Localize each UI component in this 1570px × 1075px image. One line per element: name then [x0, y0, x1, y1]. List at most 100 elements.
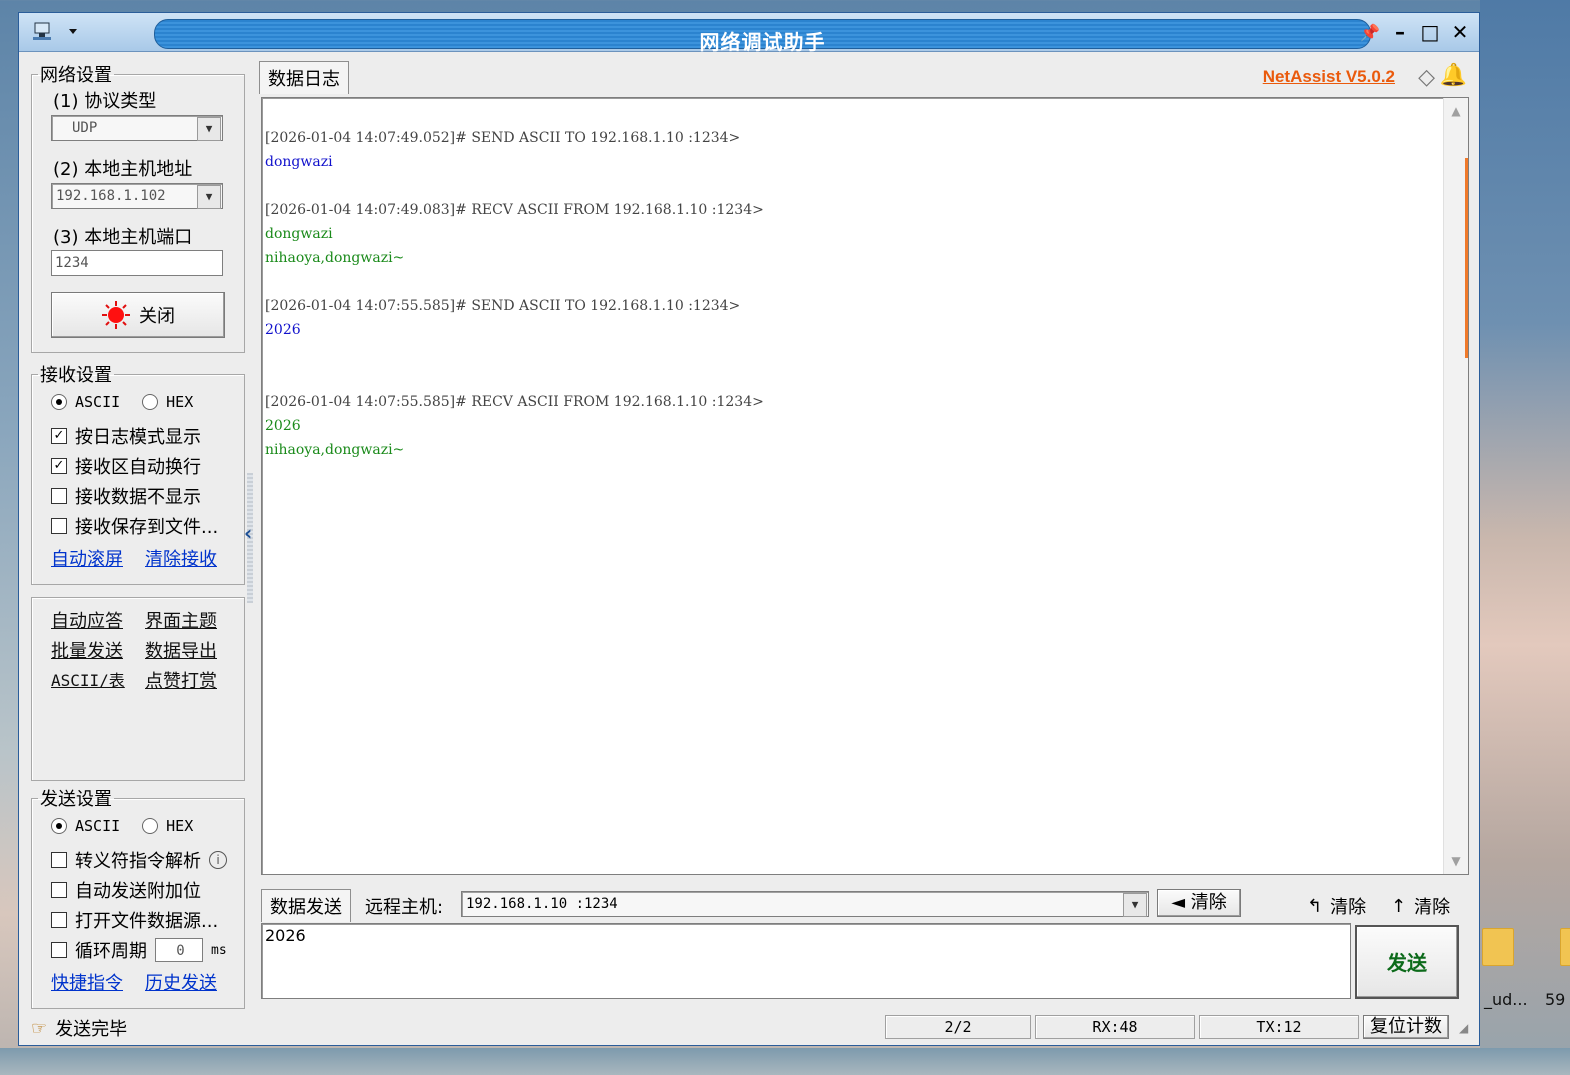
log-line: [2026-01-04 14:07:49.083]# RECV ASCII FR… [265, 202, 764, 218]
bell-icon[interactable]: 🔔 [1440, 63, 1467, 88]
recv-ascii-radio[interactable] [51, 394, 67, 410]
port-label: (3) 本地主机端口 [53, 227, 193, 248]
desktop-folder-icon[interactable] [1482, 928, 1514, 966]
send-hex-radio[interactable] [142, 818, 159, 834]
auto-reply-link[interactable]: 自动应答 [51, 607, 123, 633]
minimize-button[interactable]: – [1389, 20, 1411, 44]
send-toolbar: 数据发送 远程主机: 192.168.1.10 :1234 ▼ ◄ 清除 ↰ 清… [261, 887, 1469, 922]
tab-data-log[interactable]: 数据日志 [259, 61, 349, 94]
checkbox-unchecked[interactable] [51, 882, 67, 898]
send-hex-label: HEX [166, 817, 194, 835]
tab-data-send[interactable]: 数据发送 [261, 889, 351, 922]
collapse-arrow-icon[interactable]: ‹ [244, 521, 252, 545]
recv-option-row[interactable]: 接收保存到文件... [51, 513, 218, 539]
desktop-label-2: 59 [1545, 990, 1566, 1009]
checkbox-unchecked[interactable] [51, 852, 67, 868]
cycle-checkbox[interactable] [51, 942, 67, 958]
send-option-label: 打开文件数据源... [75, 911, 219, 932]
close-window-button[interactable]: ✕ [1449, 20, 1471, 44]
send-mode-row: ASCII HEX [51, 817, 193, 835]
cycle-input[interactable]: 0 [155, 938, 203, 962]
close-connection-button[interactable]: 关闭 [51, 292, 225, 338]
status-message: 发送完毕 [55, 1019, 128, 1040]
undo-arrow-icon: ↰ [1307, 895, 1323, 917]
host-select[interactable]: 192.168.1.102 ▼ [51, 183, 223, 209]
recv-option-row[interactable]: ✓ 按日志模式显示 [51, 423, 201, 449]
up-arrow-icon: ↑ [1391, 895, 1407, 917]
checkbox-unchecked[interactable] [51, 488, 67, 504]
theme-link[interactable]: 界面主题 [145, 607, 217, 633]
reset-count-button[interactable]: 复位计数 [1363, 1015, 1449, 1039]
hand-pointer-icon: ☞ [31, 1017, 48, 1039]
scroll-up-icon[interactable]: ▲ [1444, 104, 1468, 118]
clear-recv-button[interactable]: ↰ 清除 [1307, 893, 1366, 919]
log-line: nihaoya,dongwazi~ [265, 442, 405, 458]
clear-recv-link[interactable]: 清除接收 [145, 545, 217, 571]
status-page: 2/2 [885, 1015, 1031, 1039]
export-link[interactable]: 数据导出 [145, 637, 217, 663]
history-link[interactable]: 历史发送 [145, 969, 217, 995]
status-message-row: ☞ 发送完毕 [31, 1015, 127, 1041]
clear-remote-label: 清除 [1190, 892, 1227, 913]
log-line: [2026-01-04 14:07:49.052]# SEND ASCII TO… [265, 130, 741, 146]
recv-option-label: 接收数据不显示 [75, 487, 201, 508]
recv-hex-radio[interactable] [142, 394, 159, 410]
desktop-label-1: _ud... [1484, 990, 1528, 1009]
checkbox-unchecked[interactable] [51, 518, 67, 534]
resize-grip-icon[interactable]: ◢ [1459, 1021, 1468, 1035]
system-menu[interactable] [29, 19, 109, 45]
auto-scroll-link[interactable]: 自动滚屏 [51, 545, 123, 571]
cycle-label: 循环周期 [75, 941, 147, 962]
chevron-down-icon[interactable]: ▼ [1123, 893, 1147, 917]
recv-option-row[interactable]: 接收数据不显示 [51, 483, 201, 509]
send-input[interactable]: 2026 [261, 923, 1351, 999]
diamond-icon[interactable]: ◇ [1418, 65, 1435, 90]
send-option-label: 自动发送附加位 [75, 881, 201, 902]
send-button[interactable]: 发送 [1355, 925, 1459, 999]
ascii-table-link[interactable]: ASCII/表 [51, 667, 125, 691]
log-line: [2026-01-04 14:07:55.585]# SEND ASCII TO… [265, 298, 741, 314]
recv-mode-row: ASCII HEX [51, 393, 193, 411]
remote-host-select[interactable]: 192.168.1.10 :1234 ▼ [461, 891, 1149, 917]
send-option-row[interactable]: 打开文件数据源... [51, 907, 218, 933]
port-input[interactable]: 1234 [51, 250, 223, 276]
checkbox-checked[interactable]: ✓ [51, 428, 67, 444]
desktop-folder-icon-2[interactable] [1560, 928, 1570, 966]
info-icon[interactable]: i [209, 851, 227, 869]
pin-icon[interactable]: 📌 [1359, 23, 1381, 42]
send-option-row[interactable]: 转义符指令解析 i [51, 847, 227, 873]
batch-send-link[interactable]: 批量发送 [51, 637, 123, 663]
arrow-left-icon: ◄ [1171, 892, 1186, 913]
chevron-down-icon[interactable]: ▼ [197, 185, 221, 209]
clear-send-button[interactable]: ↑ 清除 [1391, 893, 1450, 919]
protocol-select[interactable]: UDP ▼ [51, 115, 223, 141]
remote-host-value: 192.168.1.10 :1234 [466, 896, 618, 912]
send-option-label: 转义符指令解析 [75, 851, 201, 872]
maximize-button[interactable]: □ [1419, 20, 1441, 44]
log-area[interactable]: [2026-01-04 14:07:49.052]# SEND ASCII TO… [261, 97, 1469, 875]
accent-bar [1465, 158, 1468, 358]
reward-link[interactable]: 点赞打赏 [145, 667, 217, 693]
network-settings-legend: 网络设置 [40, 65, 112, 86]
checkbox-checked[interactable]: ✓ [51, 458, 67, 474]
checkbox-unchecked[interactable] [51, 912, 67, 928]
chevron-down-icon[interactable]: ▼ [197, 117, 221, 141]
window-controls: 📌 – □ ✕ [1359, 17, 1471, 47]
brand-link[interactable]: NetAssist V5.0.2 [1263, 67, 1395, 87]
log-lines: [2026-01-04 14:07:49.052]# SEND ASCII TO… [265, 126, 764, 462]
recv-ascii-label: ASCII [75, 393, 121, 411]
desktop-background [1480, 0, 1570, 1075]
recv-option-row[interactable]: ✓ 接收区自动换行 [51, 453, 201, 479]
send-ascii-radio[interactable] [51, 818, 67, 834]
log-line: dongwazi [265, 154, 333, 170]
send-option-row[interactable]: 自动发送附加位 [51, 877, 201, 903]
red-light-icon [102, 301, 130, 329]
host-label: (2) 本地主机地址 [53, 159, 193, 180]
scroll-down-icon[interactable]: ▼ [1444, 854, 1468, 868]
shortcuts-link[interactable]: 快捷指令 [51, 969, 123, 995]
status-bar: ☞ 发送完毕 2/2 RX:48 TX:12 复位计数 ◢ [19, 1013, 1479, 1043]
send-ascii-label: ASCII [75, 817, 121, 835]
network-app-icon [33, 22, 77, 40]
clear-remote-button[interactable]: ◄ 清除 [1157, 889, 1241, 917]
